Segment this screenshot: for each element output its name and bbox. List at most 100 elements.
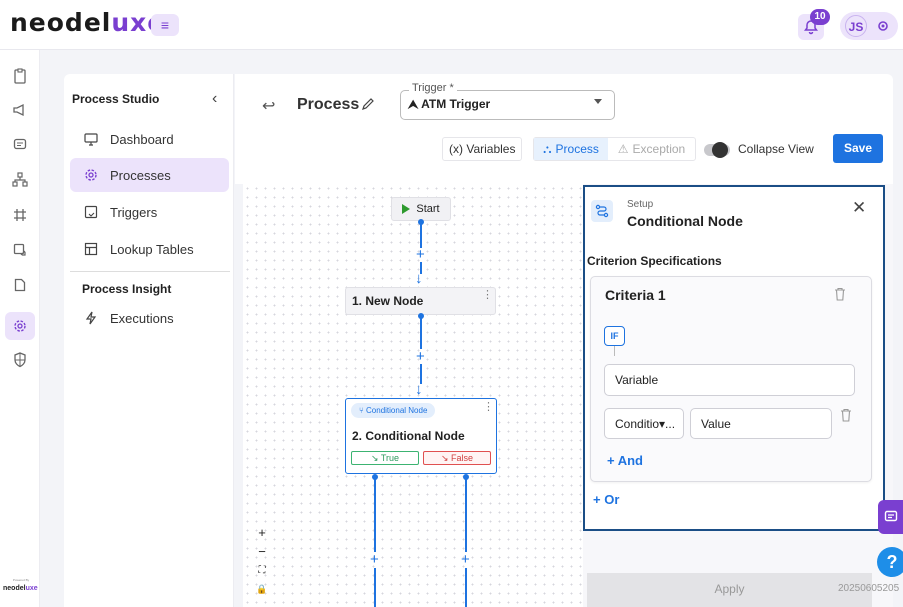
branch-true-icon: ↘: [370, 453, 381, 463]
clipboard-icon[interactable]: [10, 66, 30, 86]
add-and-button[interactable]: + And: [607, 453, 643, 468]
chat-icon: [884, 510, 897, 522]
sidebar-item-executions[interactable]: Executions: [70, 301, 229, 335]
lock-button[interactable]: 🔒: [253, 580, 271, 599]
sidebar-divider: [70, 271, 230, 272]
zoom-controls: + − ⛶ 🔒: [253, 523, 271, 607]
brand-logo[interactable]: neodeluxeTM: [10, 8, 174, 37]
powered-by-text: Powered By: [12, 578, 30, 582]
arrow-down-icon: ↓: [415, 381, 423, 398]
tab-process[interactable]: ⛬ Process: [534, 138, 608, 160]
monitor-icon: [82, 132, 100, 146]
zoom-out-button[interactable]: −: [253, 542, 271, 561]
setup-node-icon: [591, 200, 613, 222]
add-node-plus-icon[interactable]: +: [416, 349, 425, 364]
false-branch-chip[interactable]: ↘ False: [423, 451, 491, 465]
shield-icon[interactable]: [10, 350, 30, 370]
trash-icon[interactable]: [834, 287, 846, 301]
add-node-plus-icon[interactable]: +: [370, 552, 379, 567]
criteria-title: Criteria 1: [605, 287, 666, 303]
sidebar-title: Process Studio: [72, 92, 160, 106]
chat-fab[interactable]: [878, 500, 903, 534]
connector-line: [420, 316, 422, 349]
add-node-plus-icon[interactable]: +: [416, 247, 425, 262]
save-button[interactable]: Save: [833, 134, 883, 163]
trigger-select-label: Trigger *: [409, 82, 457, 94]
connector-line: [465, 478, 467, 552]
branch-false-icon: ↘: [440, 453, 452, 463]
toggle-knob[interactable]: [712, 142, 728, 158]
variables-button[interactable]: (x) Variables: [442, 137, 523, 161]
megaphone-icon[interactable]: [10, 100, 30, 120]
if-badge: IF: [604, 326, 625, 346]
start-node[interactable]: Start: [391, 197, 451, 221]
avatar[interactable]: JS: [845, 15, 867, 37]
sidebar-item-label: Executions: [110, 310, 174, 326]
setup-title: Conditional Node: [627, 213, 743, 229]
tab-exception[interactable]: ⚠ Exception: [608, 138, 695, 160]
add-node-plus-icon[interactable]: +: [461, 552, 470, 567]
node-title: 2. Conditional Node: [352, 429, 465, 443]
trash-icon[interactable]: [840, 408, 852, 422]
close-icon[interactable]: ✕: [852, 198, 866, 218]
bolt-icon: [82, 311, 100, 325]
connector-line: [465, 568, 467, 607]
grid-icon[interactable]: [10, 205, 30, 225]
fit-view-button[interactable]: ⛶: [253, 561, 271, 580]
export-icon[interactable]: [10, 240, 30, 260]
menu-toggle-button[interactable]: ≡: [151, 14, 179, 36]
connector-line: [374, 568, 376, 607]
value-field[interactable]: Value: [690, 408, 832, 439]
trigger-icon: [82, 205, 100, 219]
flow-canvas[interactable]: [243, 184, 583, 607]
warning-icon: ⚠: [617, 142, 629, 156]
more-vertical-icon[interactable]: ⋮: [483, 402, 494, 413]
process-flow-icon: ⛬: [543, 141, 552, 156]
true-branch-chip[interactable]: ↘ True: [351, 451, 419, 465]
zoom-in-button[interactable]: +: [253, 523, 271, 542]
icon-rail: [0, 50, 40, 607]
view-tabs: ⛬ Process ⚠ Exception: [533, 137, 696, 161]
apply-button[interactable]: Apply: [587, 573, 872, 607]
add-or-button[interactable]: + Or: [593, 492, 619, 507]
node-title: 1. New Node: [352, 294, 424, 308]
chevron-down-icon[interactable]: [594, 99, 602, 104]
sidebar-item-dashboard[interactable]: Dashboard: [70, 122, 229, 156]
trigger-select-value: ⮝ ATM Trigger: [408, 97, 491, 111]
branch-icon: ⑂: [359, 406, 367, 415]
page-title: Process: [297, 96, 360, 113]
sidebar-item-label: Dashboard: [110, 131, 174, 147]
sidebar-item-processes[interactable]: Processes: [70, 158, 229, 192]
sidebar-item-lookup-tables[interactable]: Lookup Tables: [70, 232, 229, 266]
more-vertical-icon[interactable]: ⋮: [482, 290, 493, 301]
collapse-view-label: Collapse View: [738, 142, 814, 156]
condition-select[interactable]: Conditio▾...: [604, 408, 684, 439]
flow-icon[interactable]: [10, 170, 30, 190]
sidebar-item-triggers[interactable]: Triggers: [70, 195, 229, 229]
document-icon[interactable]: [10, 275, 30, 295]
sidebar-item-label: Lookup Tables: [110, 241, 194, 257]
play-icon: [402, 204, 411, 214]
collapse-sidebar-chevron-icon[interactable]: ‹: [212, 90, 217, 108]
pencil-icon[interactable]: [361, 97, 375, 111]
sidebar-section-title: Process Insight: [82, 282, 172, 296]
setup-subtitle: Setup: [627, 199, 654, 210]
node-type-badge: ⑂ Conditional Node: [351, 403, 436, 418]
powered-by-logo: neodeluxe: [3, 585, 38, 592]
atm-trigger-icon: ⮝: [408, 97, 422, 111]
help-button[interactable]: ?: [877, 547, 903, 577]
connector-line: [374, 478, 376, 552]
version-text: 20250605205: [838, 583, 900, 594]
chat-icon[interactable]: [10, 135, 30, 155]
process-studio-gear-icon[interactable]: [5, 312, 35, 340]
notification-badge: 10: [810, 9, 830, 25]
settings-gear-icon[interactable]: [876, 19, 890, 33]
variable-field[interactable]: Variable: [604, 364, 855, 396]
arrow-down-icon: ↓: [415, 270, 423, 287]
connector-line: [420, 222, 422, 248]
table-icon: [82, 242, 100, 256]
sidebar-item-label: Processes: [110, 167, 171, 183]
undo-icon[interactable]: ↩: [262, 96, 275, 116]
help-icon: ?: [886, 552, 898, 572]
if-connector: [614, 346, 615, 356]
